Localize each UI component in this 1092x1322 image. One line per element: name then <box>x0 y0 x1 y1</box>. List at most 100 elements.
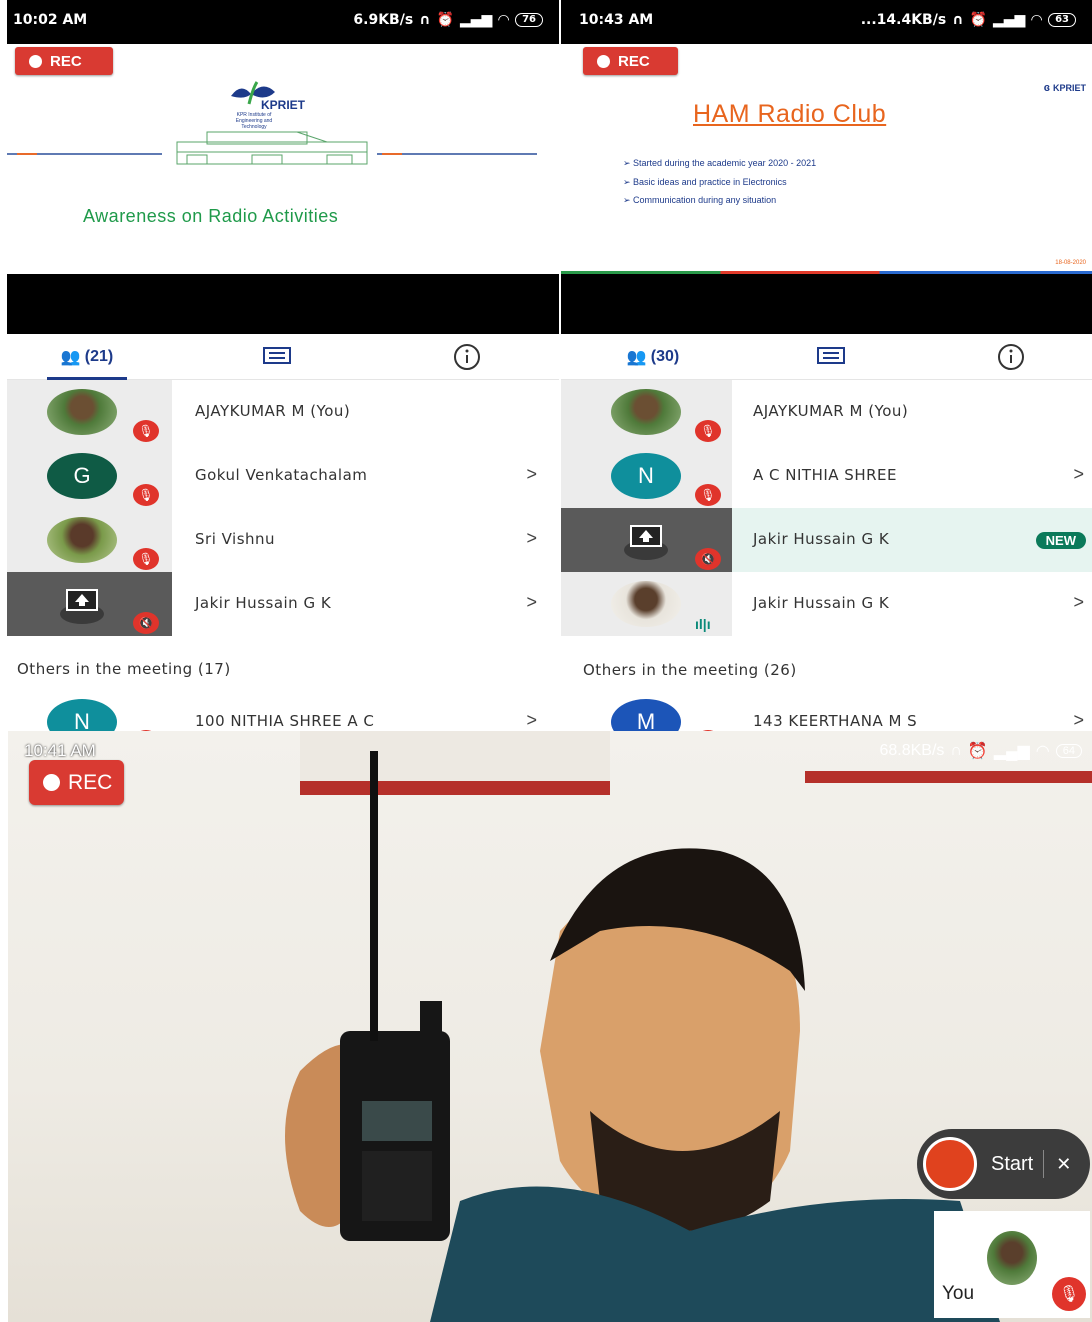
self-label: You <box>942 1283 975 1304</box>
speaking-indicator-icon: ıl|ı <box>695 616 711 632</box>
start-label[interactable]: Start <box>991 1153 1033 1176</box>
record-dot-icon <box>597 54 610 68</box>
shared-slide: ɞ KPRIET HAM Radio Club ➢ Started during… <box>561 70 1092 274</box>
new-badge: NEW <box>1035 532 1086 549</box>
avatar-photo <box>47 517 117 563</box>
fullscreen-video: 10:41 AM 68.8KB/s ∩ ⏰ ▂▄▆ ◠ 64 REC Start… <box>0 731 1092 1322</box>
network-speed: 68.8KB/s <box>879 742 945 759</box>
slide-bullet: ➢ Basic ideas and practice in Electronic… <box>623 177 787 187</box>
right-phone-screen: 10:43 AM ...14.4KB/s ∩ ⏰ ▂▄▆ ◠ 63 ɞ KPRI… <box>561 0 1092 731</box>
kpriet-logo-icon: ɞ <box>1043 82 1050 94</box>
participant-row[interactable]: N 🎙 A C NITHIA SHREE > <box>561 444 1092 508</box>
battery-icon: 63 <box>1048 13 1076 27</box>
avatar-letter: G <box>47 453 117 499</box>
screen-share-icon <box>60 589 104 624</box>
screen-share-icon <box>624 525 668 560</box>
bullet-text: Communication during any situation <box>633 195 777 205</box>
participant-name: Jakir Hussain G K <box>753 594 890 612</box>
record-dot-icon <box>29 54 42 68</box>
chevron-right-icon: > <box>1073 464 1084 484</box>
shared-slide: KPRIET KPR Institute of Engineering and … <box>7 70 559 274</box>
chevron-right-icon: > <box>526 592 537 612</box>
speaker-muted-icon: 🔇 <box>695 548 721 570</box>
video-black-area <box>7 274 559 334</box>
wifi-icon: ◠ <box>1031 12 1043 28</box>
alarm-icon: ⏰ <box>436 12 454 28</box>
signal-icon: ▂▄▆ <box>993 743 1030 760</box>
signal-icon: ▂▄▆ <box>459 12 493 28</box>
rec-label: REC <box>50 52 82 70</box>
chevron-right-icon: > <box>526 528 537 548</box>
mic-muted-icon: 🎙 <box>133 484 159 506</box>
chat-icon <box>263 347 291 364</box>
participant-name: 100 NITHIA SHREE A C <box>195 712 375 730</box>
pill-divider <box>1043 1150 1045 1178</box>
headphone-icon: ∩ <box>419 12 431 28</box>
headphone-icon: ∩ <box>952 12 964 28</box>
video-black-area <box>561 274 1092 334</box>
tab-chat[interactable] <box>247 334 307 380</box>
participant-row[interactable]: N 🎙 100 NITHIA SHREE A C > <box>7 690 559 731</box>
network-speed: 6.9KB/s <box>353 12 414 28</box>
avatar-photo <box>611 581 681 627</box>
avatar-cell: N 🎙 <box>561 444 732 508</box>
logo-text: KPRIET <box>1052 83 1086 93</box>
slide-date: 18-08-2020 <box>1055 260 1086 266</box>
participant-row[interactable]: 🎙 Sri Vishnu > <box>7 508 559 572</box>
tab-info[interactable] <box>437 334 497 380</box>
people-count: (30) <box>650 348 680 365</box>
participant-row[interactable]: 🎙 AJAYKUMAR M (You) <box>561 380 1092 444</box>
participant-name: 143 KEERTHANA M S <box>753 712 918 730</box>
people-icon: 👥 <box>626 349 647 366</box>
mic-muted-icon[interactable]: 🎙 <box>1052 1277 1086 1311</box>
participant-row[interactable]: G 🎙 Gokul Venkatachalam > <box>7 444 559 508</box>
left-phone-screen: 10:02 AM 6.9KB/s ∩ ⏰ ▂▄▆ ◠ 76 KPRIET KPR… <box>7 0 559 731</box>
participant-row[interactable]: 🎙 AJAYKUMAR M (You) <box>7 380 559 444</box>
chevron-right-icon: > <box>526 464 537 484</box>
status-time: 10:02 AM <box>13 12 88 28</box>
mic-muted-icon: 🎙 <box>695 484 721 506</box>
participant-row[interactable]: 🔇 Jakir Hussain G K NEW <box>561 508 1092 572</box>
battery-icon: 76 <box>515 13 543 27</box>
avatar-letter: N <box>611 453 681 499</box>
avatar-cell: M 🎙 <box>561 690 732 731</box>
signal-icon: ▂▄▆ <box>992 12 1026 28</box>
rec-label: REC <box>68 770 113 794</box>
speaker-muted-icon: 🔇 <box>133 612 159 634</box>
slide-bullet: ➢ Communication during any situation <box>623 195 777 205</box>
self-view-tile[interactable]: You 🎙 <box>934 1211 1090 1318</box>
self-avatar <box>987 1231 1037 1285</box>
tab-info[interactable] <box>981 334 1041 380</box>
tab-people[interactable]: 👥 (30) <box>613 334 693 380</box>
participant-tabs: 👥 (30) <box>561 334 1092 380</box>
tab-people[interactable]: 👥 (21) <box>47 334 127 380</box>
people-count: (21) <box>84 348 114 365</box>
headphone-icon: ∩ <box>950 742 962 759</box>
others-heading: Others in the meeting (17) <box>17 660 231 678</box>
participant-tabs: 👥 (21) <box>7 334 559 380</box>
participant-name: A C NITHIA SHREE <box>753 466 897 484</box>
slide-bullet: ➢ Started during the academic year 2020 … <box>623 158 817 168</box>
status-time: 10:43 AM <box>579 12 654 28</box>
avatar-cell: ıl|ı <box>561 572 732 636</box>
people-icon: 👥 <box>60 349 81 366</box>
status-icons: 68.8KB/s ∩ ⏰ ▂▄▆ ◠ 64 <box>879 741 1082 761</box>
close-icon[interactable]: ✕ <box>1056 1154 1071 1175</box>
tab-chat[interactable] <box>801 334 861 380</box>
avatar-letter: M <box>611 699 681 731</box>
network-speed: ...14.4KB/s <box>860 12 947 28</box>
slide-title: Awareness on Radio Activities <box>83 206 339 226</box>
participant-row[interactable]: ıl|ı Jakir Hussain G K > <box>561 572 1092 636</box>
mic-muted-icon: 🎙 <box>133 420 159 442</box>
start-record-button[interactable] <box>923 1137 977 1191</box>
participant-row[interactable]: 🔇 Jakir Hussain G K > <box>7 572 559 636</box>
info-icon <box>998 344 1024 370</box>
slide-title: HAM Radio Club <box>693 100 887 128</box>
status-time: 10:41 AM <box>24 741 96 760</box>
avatar-photo <box>611 389 681 435</box>
participant-name: Jakir Hussain G K <box>195 594 332 612</box>
avatar-cell: 🔇 <box>561 508 732 572</box>
speaker-video-frame <box>0 731 1092 1322</box>
participant-row[interactable]: M 🎙 143 KEERTHANA M S > <box>561 690 1092 731</box>
recording-control-pill: Start ✕ <box>917 1129 1090 1199</box>
